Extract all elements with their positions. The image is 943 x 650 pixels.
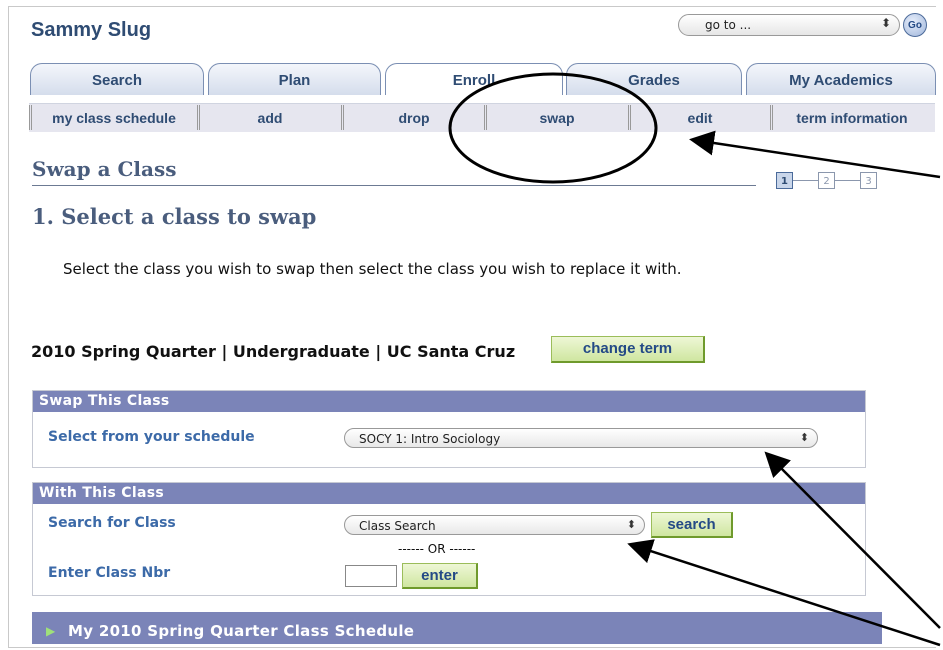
tab-plan[interactable]: Plan [208,63,381,95]
class-schedule-label: My 2010 Spring Quarter Class Schedule [68,622,415,640]
goto-value: go to ... [705,18,752,32]
subtab-edit[interactable]: edit [633,107,767,129]
select-arrows-icon: ⬍ [626,518,636,531]
step-3-indicator: 3 [860,172,877,189]
search-button[interactable]: search [651,512,733,538]
user-name: Sammy Slug [31,19,152,41]
tab-search[interactable]: Search [30,63,204,95]
select-arrows-icon: ⬍ [799,431,809,444]
schedule-class-value: SOCY 1: Intro Sociology [359,432,501,446]
enter-class-nbr-label: Enter Class Nbr [48,565,171,581]
subtab-separator [197,105,200,130]
tab-enroll[interactable]: Enroll [385,63,563,95]
expand-triangle-icon: ▶ [46,624,56,638]
subtab-separator [484,105,487,130]
instructions-text: Select the class you wish to swap then s… [63,260,682,278]
class-nbr-input[interactable] [345,565,397,587]
subtab-swap[interactable]: swap [489,107,625,129]
step-2-indicator: 2 [818,172,835,189]
subtab-separator [341,105,344,130]
class-search-select[interactable]: Class Search ⬍ [344,515,645,535]
step-1-indicator: 1 [776,172,793,189]
subtab-separator [628,105,631,130]
goto-select[interactable]: go to ... ⬍ [678,14,900,36]
go-button[interactable]: Go [903,13,927,37]
enter-button[interactable]: enter [402,563,478,589]
page-title: Swap a Class [32,157,177,181]
schedule-class-select[interactable]: SOCY 1: Intro Sociology ⬍ [344,428,818,448]
title-divider [32,185,756,186]
subtab-separator [770,105,773,130]
class-search-value: Class Search [359,519,436,533]
select-from-schedule-label: Select from your schedule [48,429,255,445]
class-schedule-expander[interactable]: ▶ My 2010 Spring Quarter Class Schedule [32,612,882,644]
term-info: 2010 Spring Quarter | Undergraduate | UC… [31,342,516,361]
subtab-my-class-schedule[interactable]: my class schedule [36,107,192,129]
change-term-button[interactable]: change term [551,336,705,363]
subtab-separator [29,105,32,130]
swap-this-class-header: Swap This Class [33,391,865,412]
subtab-term-information[interactable]: term information [775,107,929,129]
step-connector [793,180,818,181]
tab-my-academics[interactable]: My Academics [746,63,936,95]
select-arrows-icon: ⬍ [880,16,891,30]
tab-grades[interactable]: Grades [566,63,742,95]
or-divider-text: ------ OR ------ [398,542,476,556]
step-connector [835,180,860,181]
subtab-drop[interactable]: drop [346,107,482,129]
with-this-class-header: With This Class [33,483,865,504]
section-heading: 1. Select a class to swap [32,204,317,229]
subtab-add[interactable]: add [202,107,338,129]
search-for-class-label: Search for Class [48,515,176,531]
